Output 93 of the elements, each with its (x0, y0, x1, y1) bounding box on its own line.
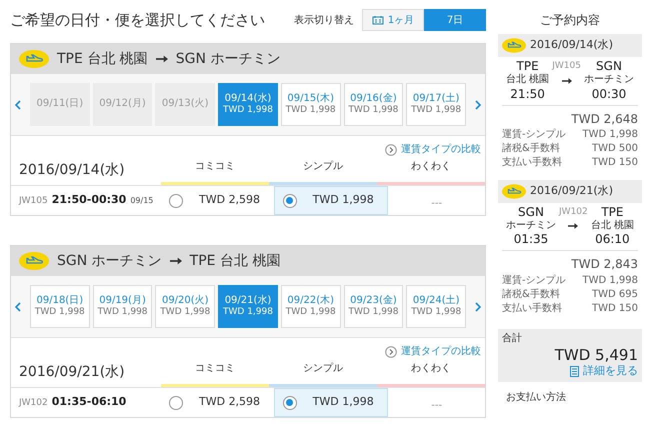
date-tab[interactable]: 09/17(土) TWD 1,998 (406, 83, 466, 126)
departure-time: 01:35 (514, 232, 548, 247)
route-title: SGN ホーチミン (176, 50, 280, 68)
selected-date: 2016/09/14(水) (19, 162, 125, 178)
date-tab[interactable]: 09/16(金) TWD 1,998 (344, 83, 404, 126)
document-icon (570, 366, 579, 377)
fee-amount: TWD 1,998 (582, 128, 638, 142)
total-amount: TWD 5,491 (554, 346, 638, 364)
radio-button[interactable] (169, 194, 183, 208)
airport-code: TPE (601, 204, 624, 220)
fare-option[interactable]: TWD 1,998 (274, 388, 388, 417)
fare-type-header: コミコミ (161, 159, 269, 185)
radio-button[interactable] (282, 396, 297, 410)
route-title: TPE 台北 桃園 (57, 50, 148, 68)
airport-code: SGN (518, 204, 544, 220)
compare-link[interactable]: 運賃タイプの比較 (401, 142, 481, 157)
airport-name: 台北 桃園 (590, 220, 634, 232)
view-toggle-option[interactable]: 1ヶ月 (362, 9, 424, 31)
fee-amount: TWD 500 (592, 142, 638, 156)
airport-code: SGN (596, 59, 622, 74)
route-title: SGN ホーチミン (57, 252, 162, 270)
chevron-left-icon (15, 100, 21, 110)
route-title: TPE 台北 桃園 (190, 252, 280, 270)
fare-option[interactable]: TWD 2,598 (161, 388, 274, 417)
flight-number: JW105 (552, 60, 581, 73)
unavailable-fare: --- (431, 198, 442, 208)
chevron-circle-icon (385, 144, 397, 156)
radio-button[interactable] (282, 194, 297, 208)
fee-label: 運賃-シンプル (502, 274, 566, 288)
fee-amount: TWD 150 (592, 302, 638, 316)
date-tab[interactable]: 09/18(日) TWD 1,998 (30, 285, 90, 328)
fee-label: 支払い手数料 (502, 302, 562, 316)
fee-label: 諸税&手数料 (502, 142, 560, 156)
total-label: 合計 (502, 333, 523, 346)
arrival-time: 00:30 (592, 86, 626, 102)
fare-type-header: わくわく (377, 159, 485, 185)
airport-name: ホーチミン (584, 74, 634, 86)
date-tab[interactable]: 09/20(火) TWD 1,998 (155, 285, 216, 328)
fare-type-header: わくわく (377, 361, 485, 387)
fee-amount: TWD 1,998 (582, 274, 638, 288)
flight-number: JW105 (19, 195, 48, 208)
plane-badge-icon (19, 50, 49, 68)
chevron-right-icon (475, 302, 481, 312)
arrow-icon (156, 55, 168, 63)
calendar-icon (372, 15, 384, 25)
arrow-icon (568, 223, 578, 229)
fee-label: 支払い手数料 (502, 156, 562, 170)
flight-time: 21:50-00:30 (52, 192, 126, 208)
date-tab[interactable]: 09/23(金) TWD 1,998 (344, 285, 404, 328)
fee-label: 諸税&手数料 (502, 288, 560, 302)
arrival-time: 06:10 (595, 232, 630, 247)
flight-number: JW102 (19, 397, 48, 410)
arrow-icon (562, 78, 572, 84)
payment-heading: お支払い方法 (505, 390, 567, 405)
plane-badge-icon (502, 38, 526, 53)
chevron-right-icon (474, 100, 481, 110)
fee-label: 運賃-シンプル (502, 128, 566, 142)
flight-number: JW102 (559, 206, 588, 218)
unavailable-fare: --- (431, 400, 442, 410)
date-tab[interactable]: 09/19(月) TWD 1,998 (92, 285, 152, 328)
plane-badge-icon (19, 252, 49, 270)
leg-subtotal: TWD 2,648 (571, 112, 638, 126)
airport-name: 台北 桃園 (506, 74, 550, 86)
fare-type-header: コミコミ (161, 361, 269, 387)
arrow-icon (170, 257, 182, 265)
leg-subtotal: TWD 2,843 (571, 257, 638, 271)
date-tab[interactable]: 09/22(木) TWD 1,998 (280, 285, 341, 328)
plane-badge-icon (502, 184, 526, 198)
view-toggle-option[interactable]: 7日 (424, 9, 486, 31)
leg-header: 2016/09/21(水) (498, 180, 642, 202)
airport-name: ホーチミン (506, 220, 556, 232)
date-tab[interactable]: 09/15(木) TWD 1,998 (280, 83, 341, 126)
fare-option[interactable]: TWD 1,998 (274, 186, 388, 215)
date-tab[interactable]: 09/14(水) TWD 1,998 (218, 83, 278, 126)
chevron-left-icon (15, 302, 21, 312)
radio-button[interactable] (169, 396, 183, 410)
view-toggle-label: 表示切り替え (294, 14, 354, 28)
airport-code: TPE (516, 59, 539, 74)
date-tab[interactable]: 09/21(水) TWD 1,998 (218, 285, 278, 328)
date-tab[interactable]: 09/24(土) TWD 1,998 (406, 285, 466, 328)
page-title: ご希望の日付・便を選択してください (10, 10, 265, 31)
details-link[interactable]: 詳細を見る (502, 364, 638, 378)
fee-amount: TWD 695 (592, 288, 638, 302)
leg-header: 2016/09/14(水) (498, 34, 642, 57)
chevron-circle-icon (385, 346, 397, 358)
compare-link[interactable]: 運賃タイプの比較 (401, 344, 481, 359)
fee-amount: TWD 150 (592, 156, 638, 170)
summary-title: ご予約内容 (540, 12, 600, 29)
departure-time: 21:50 (510, 86, 545, 102)
selected-date: 2016/09/21(水) (19, 364, 125, 380)
fare-option[interactable]: TWD 2,598 (161, 186, 274, 215)
flight-time: 01:35-06:10 (52, 394, 126, 410)
arrival-date: 09/15 (130, 195, 154, 208)
